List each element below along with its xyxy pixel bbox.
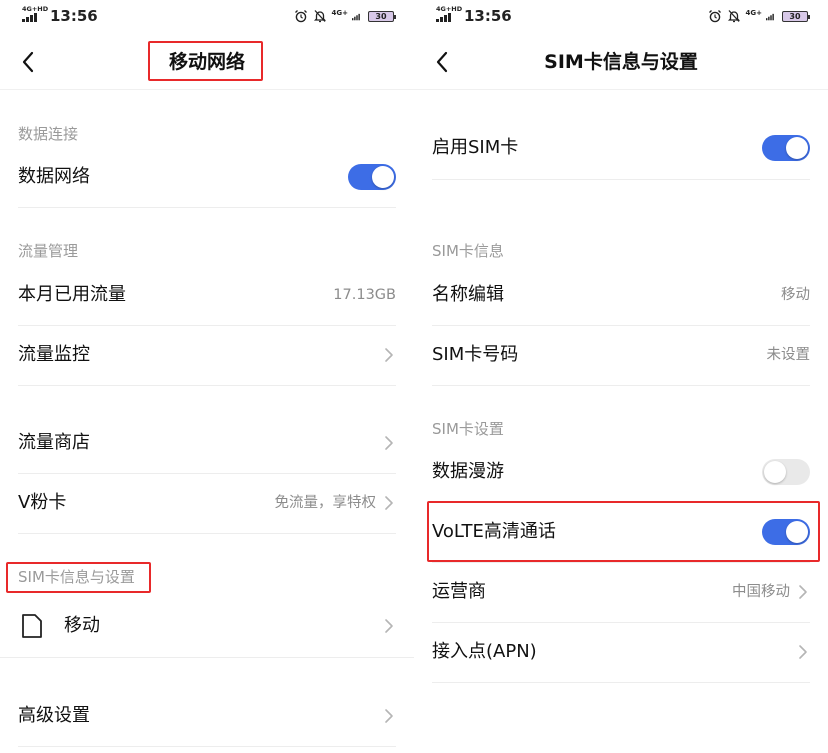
name-edit-row[interactable]: 名称编辑 移动 xyxy=(414,265,828,325)
network-type: 4G+HD xyxy=(22,5,49,13)
row-label: 本月已用流量 xyxy=(18,284,126,305)
data-roaming-toggle[interactable] xyxy=(762,459,810,485)
carrier-row[interactable]: 运营商 中国移动 xyxy=(414,562,828,622)
row-label: 流量商店 xyxy=(18,432,90,453)
sim-mobile-row[interactable]: 移动 xyxy=(0,596,414,656)
network-type-right: 4G+ xyxy=(331,9,348,17)
chevron-right-icon xyxy=(799,645,807,659)
volte-row[interactable]: VoLTE高清通话 xyxy=(414,502,828,562)
status-right-group: 4G+ 30 xyxy=(294,8,396,24)
chevron-right-icon xyxy=(385,619,393,633)
status-time: 13:56 xyxy=(50,7,98,25)
row-label: 运营商 xyxy=(432,581,486,602)
status-bar: 4G+HD 13:56 4G+ 30 xyxy=(0,0,414,34)
page-title: SIM卡信息与设置 xyxy=(544,51,698,73)
title-bar: SIM卡信息与设置 xyxy=(414,34,828,90)
alarm-icon xyxy=(294,10,307,23)
enable-sim-row[interactable]: 启用SIM卡 xyxy=(414,118,828,178)
battery-icon: 30 xyxy=(368,10,396,22)
enable-sim-toggle[interactable] xyxy=(762,135,810,161)
status-time: 13:56 xyxy=(464,7,512,25)
sim-number-row[interactable]: SIM卡号码 未设置 xyxy=(414,325,828,385)
divider xyxy=(432,682,810,683)
divider xyxy=(18,385,396,386)
sim-card-icon xyxy=(22,614,42,638)
signal-icon xyxy=(436,13,452,22)
row-label: V粉卡 xyxy=(18,492,67,513)
apn-row[interactable]: 接入点(APN) xyxy=(414,622,828,682)
signal-icon xyxy=(22,13,38,22)
divider xyxy=(18,533,396,534)
row-label: 高级设置 xyxy=(18,705,90,726)
volte-toggle[interactable] xyxy=(762,519,810,545)
alarm-icon xyxy=(708,10,721,23)
battery-icon: 30 xyxy=(782,10,810,22)
row-label: 流量监控 xyxy=(18,344,90,365)
row-label: 名称编辑 xyxy=(432,284,504,305)
status-bar: 4G+HD 13:56 4G+ 30 xyxy=(414,0,828,34)
data-network-row[interactable]: 数据网络 xyxy=(0,147,414,207)
network-type: 4G+HD xyxy=(436,5,463,13)
carrier-value: 中国移动 xyxy=(732,584,790,600)
v-card-row[interactable]: V粉卡 免流量，享特权 xyxy=(0,473,414,533)
row-label: 数据漫游 xyxy=(432,461,504,482)
section-sim-settings: SIM卡设置 xyxy=(432,420,504,438)
section-traffic-management: 流量管理 xyxy=(18,242,79,260)
section-sim-info: SIM卡信息与设置 xyxy=(18,568,135,586)
row-label: VoLTE高清通话 xyxy=(432,521,556,542)
divider xyxy=(432,179,810,180)
status-right-group: 4G+ 30 xyxy=(708,8,810,24)
chevron-right-icon xyxy=(385,348,393,362)
signal-icon xyxy=(766,13,774,21)
monthly-usage-value: 17.13GB xyxy=(333,287,396,303)
divider xyxy=(432,385,810,386)
row-label: 数据网络 xyxy=(18,166,90,187)
page-title: 移动网络 xyxy=(168,51,245,73)
advanced-settings-row[interactable]: 高级设置 xyxy=(0,686,414,746)
chevron-right-icon xyxy=(799,585,807,599)
data-roaming-row[interactable]: 数据漫游 xyxy=(414,442,828,502)
signal-icon xyxy=(352,13,360,21)
section-sim-info: SIM卡信息 xyxy=(432,242,504,260)
traffic-monitor-row[interactable]: 流量监控 xyxy=(0,325,414,385)
row-label: 移动 xyxy=(64,615,100,636)
divider xyxy=(0,657,414,658)
divider xyxy=(18,207,396,208)
sim-settings-screen: 4G+HD 13:56 4G+ 30 SIM卡信息与设置 启用SIM卡 SIM卡… xyxy=(414,0,828,753)
traffic-store-row[interactable]: 流量商店 xyxy=(0,413,414,473)
mute-bell-icon xyxy=(313,10,326,23)
chevron-right-icon xyxy=(385,709,393,723)
row-label: 启用SIM卡 xyxy=(432,137,519,158)
name-edit-value: 移动 xyxy=(781,287,810,303)
section-data-connection: 数据连接 xyxy=(18,125,79,143)
chevron-right-icon xyxy=(385,496,393,510)
mobile-network-screen: 4G+HD 13:56 4G+ 30 移动网络 数据连接 数据网络 流量管理 本… xyxy=(0,0,414,753)
v-card-value: 免流量，享特权 xyxy=(274,495,377,511)
network-type-right: 4G+ xyxy=(745,9,762,17)
row-label: SIM卡号码 xyxy=(432,344,519,365)
data-network-toggle[interactable] xyxy=(348,164,396,190)
mute-bell-icon xyxy=(727,10,740,23)
monthly-usage-row[interactable]: 本月已用流量 17.13GB xyxy=(0,265,414,325)
chevron-right-icon xyxy=(385,436,393,450)
sim-number-value: 未设置 xyxy=(766,347,811,363)
title-bar: 移动网络 xyxy=(0,34,414,90)
divider xyxy=(18,746,396,747)
row-label: 接入点(APN) xyxy=(432,641,537,662)
